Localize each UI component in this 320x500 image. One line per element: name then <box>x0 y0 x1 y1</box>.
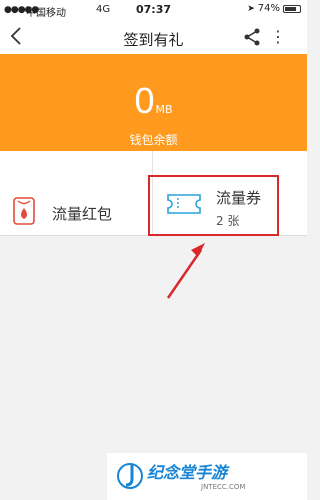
annotation-arrow <box>166 243 205 299</box>
brand-name: 纪念堂手游 <box>147 463 228 482</box>
brand-logo-icon <box>117 463 143 489</box>
brand-domain: JNTECC.COM <box>201 483 246 491</box>
watermark: 纪念堂手游 JNTECC.COM <box>107 453 307 500</box>
